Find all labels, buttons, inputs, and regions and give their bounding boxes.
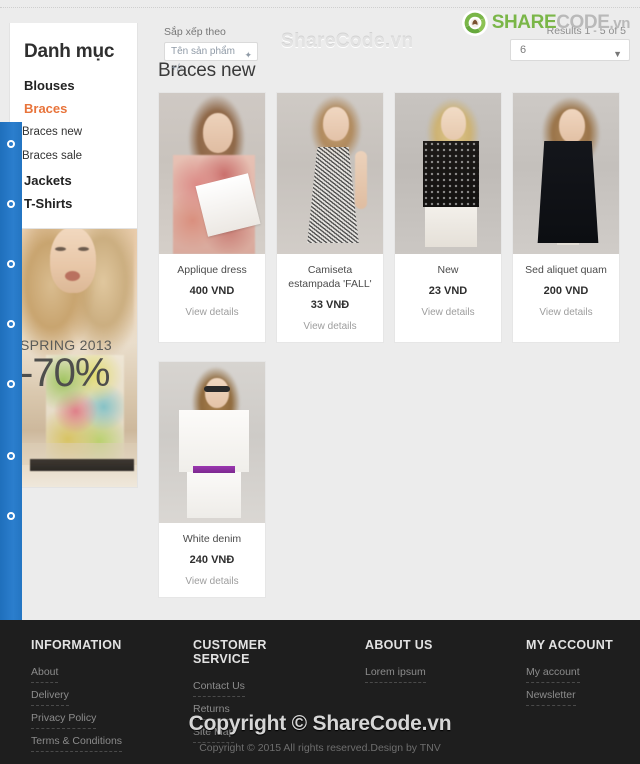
per-page-select[interactable]: 6 ▼: [510, 39, 630, 61]
view-details-link[interactable]: View details: [513, 307, 619, 318]
logo-code-text: CODE: [556, 12, 610, 33]
view-details-link[interactable]: View details: [277, 321, 383, 332]
page-title: Braces new: [158, 60, 256, 81]
product-image[interactable]: [159, 362, 265, 523]
logo-wordmark: SHARECODE.vn: [491, 12, 631, 34]
sidebar-subitem-braces-sale[interactable]: Braces sale: [10, 148, 137, 165]
top-dotted-divider: [0, 7, 640, 8]
product-price: 400 VND: [189, 285, 235, 297]
left-blue-rail: [0, 122, 22, 636]
footer-column: CUSTOMER SERVICE Contact Us Returns Site Ma…: [162, 638, 326, 754]
footer-link-delivery[interactable]: Delivery: [31, 687, 69, 706]
main-content: Braces new Applique dress 400 VND View det…: [158, 60, 630, 616]
product-name: Applique dress: [177, 264, 247, 276]
rail-dot-7[interactable]: [7, 512, 15, 520]
sort-label: Sắp xếp theo: [164, 26, 226, 38]
footer-link-about[interactable]: About: [31, 664, 59, 683]
promo-banner[interactable]: SPRING 2013 -70%: [9, 206, 138, 488]
footer-heading: CUSTOMER SERVICE: [193, 638, 267, 666]
footer-heading: MY ACCOUNT: [526, 638, 614, 652]
footer-copyright: Copyright © 2015 All rights reserved.Des…: [199, 742, 441, 754]
top-watermark: ShareCode.vn: [281, 31, 414, 52]
product-price: 240 VNĐ: [189, 554, 235, 566]
sort-control: Sắp xếp theo Tên sản phẩm +/- ✦: [164, 26, 258, 74]
product-image[interactable]: [159, 93, 265, 254]
footer-column: MY ACCOUNT My account Newsletter: [486, 638, 640, 754]
rail-dot-3[interactable]: [7, 260, 15, 268]
category-sidebar: Danh mục Blouses Braces Braces new Braces s…: [9, 23, 138, 229]
footer-link-contact-us[interactable]: Contact Us: [193, 678, 245, 697]
rail-dot-2[interactable]: [7, 200, 15, 208]
site-footer: INFORMATION About Delivery Privacy Policy Te…: [0, 620, 640, 764]
sidebar-subitem-braces-new[interactable]: Braces new: [10, 124, 137, 141]
product-name: New: [437, 264, 459, 276]
rail-dot-1[interactable]: [7, 140, 15, 148]
promo-image: [10, 207, 137, 487]
sidebar-item-wrap: Jackets: [10, 172, 137, 190]
product-grid: Applique dress 400 VND View details Camiset…: [158, 92, 630, 616]
sidebar-item-wrap: Braces: [10, 100, 137, 118]
product-price: 33 VNĐ: [310, 299, 350, 311]
sidebar-item-wrap: T-Shirts: [10, 195, 137, 213]
product-name: Camiseta estampada 'FALL': [288, 264, 372, 290]
footer-heading: INFORMATION: [31, 638, 122, 652]
footer-link-lorem-ipsum[interactable]: Lorem ipsum: [365, 664, 426, 683]
rail-dot-4[interactable]: [7, 320, 15, 328]
footer-column: ABOUT US Lorem ipsum: [326, 638, 486, 754]
product-name: White denim: [182, 533, 242, 545]
sidebar-item-t-shirts[interactable]: T-Shirts: [24, 195, 137, 213]
view-details-link[interactable]: View details: [395, 307, 501, 318]
product-price: 23 VND: [428, 285, 468, 297]
sidebar-item-wrap: Blouses: [10, 77, 137, 95]
view-details-link[interactable]: View details: [159, 307, 265, 318]
sidebar-item-jackets[interactable]: Jackets: [24, 172, 137, 190]
logo-vn-text: .vn: [609, 15, 631, 32]
sort-select[interactable]: Tên sản phẩm +/- ✦: [164, 42, 258, 74]
sidebar-item-list: Blouses Braces Braces new Braces sale Jacket…: [10, 77, 137, 213]
chevron-down-icon: ▼: [613, 49, 622, 59]
per-page-value: 6: [520, 44, 527, 56]
footer-link-my-account[interactable]: My account: [526, 664, 580, 683]
product-price: 200 VND: [543, 285, 589, 297]
product-card[interactable]: White denim 240 VNĐ View details: [158, 361, 266, 598]
site-logo[interactable]: SHARECODE.vn: [461, 10, 631, 36]
rail-dot-6[interactable]: [7, 452, 15, 460]
logo-share-text: SHARE: [491, 12, 557, 33]
sidebar-item-blouses[interactable]: Blouses: [24, 77, 137, 95]
footer-heading: ABOUT US: [365, 638, 433, 652]
footer-watermark: Copyright © ShareCode.vn: [188, 712, 452, 735]
product-card[interactable]: Sed aliquet quam 200 VND View details: [512, 92, 620, 343]
product-image[interactable]: [395, 93, 501, 254]
rail-dot-5[interactable]: [7, 380, 15, 388]
sidebar-title: Danh mục: [24, 41, 115, 62]
product-image[interactable]: [277, 93, 383, 254]
page-root: Danh mục Blouses Braces Braces new Braces s…: [0, 0, 640, 764]
sort-caret-icon: ✦: [244, 50, 252, 60]
footer-link-newsletter[interactable]: Newsletter: [526, 687, 576, 706]
product-image[interactable]: [513, 93, 619, 254]
product-card[interactable]: New 23 VND View details: [394, 92, 502, 343]
product-card[interactable]: Applique dress 400 VND View details: [158, 92, 266, 343]
recycle-logo-icon: [461, 10, 488, 36]
product-card[interactable]: Camiseta estampada 'FALL' 33 VNĐ View deta…: [276, 92, 384, 343]
view-details-link[interactable]: View details: [159, 576, 265, 587]
product-name: Sed aliquet quam: [525, 264, 607, 276]
footer-column: INFORMATION About Delivery Privacy Policy Te…: [0, 638, 162, 754]
sidebar-item-braces[interactable]: Braces: [24, 100, 137, 118]
